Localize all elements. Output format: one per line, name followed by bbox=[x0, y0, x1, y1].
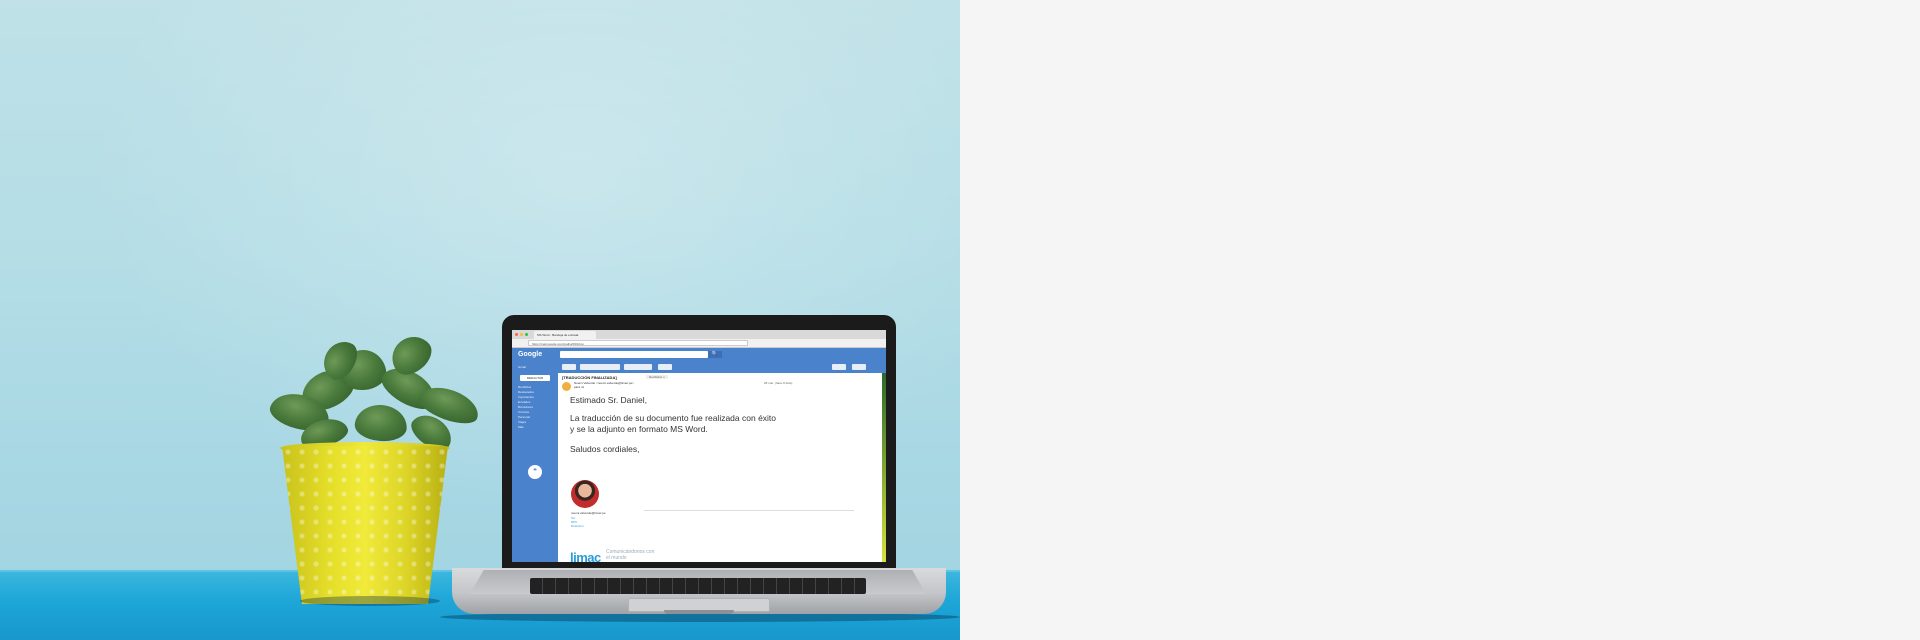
sidebar-item[interactable]: Importantes bbox=[518, 395, 534, 399]
email-date: 28 mar. (hace 8 días) bbox=[764, 381, 793, 385]
signature-avatar bbox=[571, 480, 599, 508]
sidebar-item[interactable]: Personal bbox=[518, 415, 530, 419]
gmail-header: Google 🔍 bbox=[512, 348, 886, 362]
lid-notch bbox=[664, 610, 734, 614]
email-body-line: La traducción de su documento fue realiz… bbox=[570, 413, 777, 423]
email-view: [TRADUCCIÓN FINALIZADA] Recibidos × Noem… bbox=[558, 373, 886, 562]
email-body-line: y se la adjunto en formato MS Word. bbox=[570, 424, 708, 434]
url-field[interactable]: https://mail.google.com/mail/u/0/#inbox bbox=[528, 340, 748, 346]
pot-shadow bbox=[300, 596, 440, 606]
gmail-sidebar: REDACTAR Recibidos Destacados Importante… bbox=[512, 373, 558, 562]
sidebar-item[interactable]: Enviados bbox=[518, 400, 530, 404]
hangouts-icon[interactable]: ❝ bbox=[528, 465, 542, 479]
yellow-pot bbox=[282, 446, 448, 604]
back-button[interactable] bbox=[562, 364, 576, 370]
signature-divider bbox=[644, 510, 854, 511]
move-button[interactable] bbox=[624, 364, 652, 370]
sidebar-item[interactable]: Recibidos bbox=[518, 385, 531, 389]
sidebar-item[interactable]: Más bbox=[518, 425, 524, 429]
minimize-dot-icon[interactable] bbox=[520, 333, 523, 336]
sidebar-item[interactable]: Destacados bbox=[518, 390, 534, 394]
close-dot-icon[interactable] bbox=[515, 333, 518, 336]
sidebar-item[interactable]: Borradores bbox=[518, 405, 533, 409]
browser-tab[interactable]: MS Word - Bandeja de entrada bbox=[534, 331, 596, 339]
compose-button[interactable]: REDACTAR bbox=[520, 375, 550, 381]
search-input[interactable] bbox=[560, 351, 708, 358]
background-photo: MS Word - Bandeja de entrada https://mai… bbox=[0, 0, 960, 640]
email-subject: [TRADUCCIÓN FINALIZADA] bbox=[562, 375, 617, 380]
search-button[interactable]: 🔍 bbox=[708, 351, 722, 358]
sidebar-item[interactable]: Círculos bbox=[518, 410, 529, 414]
limac-logo: limac bbox=[570, 550, 601, 562]
archive-button[interactable] bbox=[580, 364, 620, 370]
wallpaper-edge bbox=[882, 373, 886, 562]
browser-tab-bar: MS Word - Bandeja de entrada bbox=[512, 330, 886, 339]
email-closing: Saludos cordiales, bbox=[570, 444, 640, 454]
settings-button[interactable] bbox=[852, 364, 866, 370]
email-recipient[interactable]: para mí bbox=[574, 385, 584, 389]
address-bar: https://mail.google.com/mail/u/0/#inbox bbox=[512, 339, 886, 348]
signature-address: Dirección bbox=[571, 524, 584, 528]
pagination-button[interactable] bbox=[832, 364, 846, 370]
sidebar-item[interactable]: Viajes bbox=[518, 420, 526, 424]
limac-tagline: Comunicándonos con el mundo bbox=[606, 549, 655, 561]
label-badge[interactable]: Recibidos × bbox=[646, 375, 668, 379]
maximize-dot-icon[interactable] bbox=[525, 333, 528, 336]
more-button[interactable] bbox=[658, 364, 672, 370]
laptop-screen: MS Word - Bandeja de entrada https://mai… bbox=[512, 330, 886, 562]
keyboard bbox=[530, 578, 866, 594]
gmail-app-label[interactable]: Gmail bbox=[518, 365, 526, 369]
gmail-toolbar: Gmail bbox=[512, 362, 886, 373]
signature-email[interactable]: noemi.valverde@limac.pe bbox=[571, 511, 606, 515]
email-greeting: Estimado Sr. Daniel, bbox=[570, 395, 648, 405]
google-logo[interactable]: Google bbox=[518, 351, 542, 358]
sender-avatar bbox=[562, 382, 571, 391]
